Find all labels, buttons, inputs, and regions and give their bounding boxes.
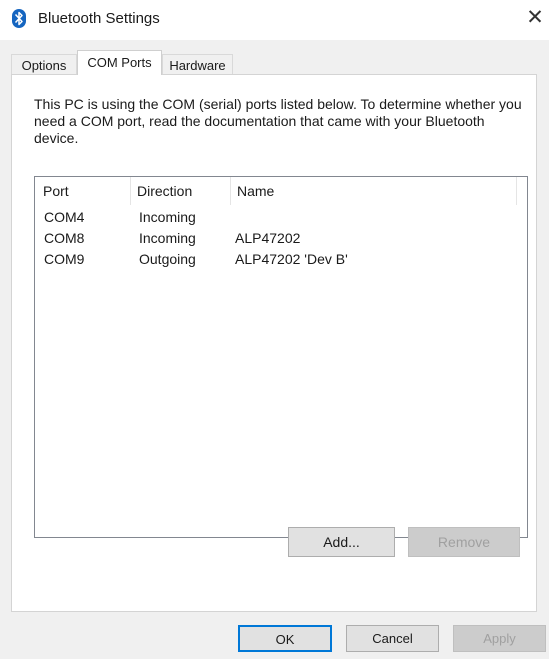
remove-button[interactable]: Remove bbox=[408, 527, 520, 557]
add-button[interactable]: Add... bbox=[288, 527, 395, 557]
title-bar: Bluetooth Settings ✕ bbox=[0, 0, 549, 40]
bluetooth-icon bbox=[12, 9, 26, 28]
column-header-name[interactable]: Name bbox=[231, 177, 517, 205]
row-direction: Outgoing bbox=[139, 251, 196, 267]
row-name: ALP47202 'Dev B' bbox=[235, 251, 348, 267]
row-port: COM9 bbox=[44, 251, 85, 267]
row-name: ALP47202 bbox=[235, 230, 301, 246]
row-port: COM4 bbox=[44, 209, 85, 225]
table-row[interactable]: COM9 Outgoing ALP47202 'Dev B' bbox=[35, 249, 527, 270]
cancel-button[interactable]: Cancel bbox=[346, 625, 439, 652]
list-header: Port Direction Name bbox=[35, 177, 527, 205]
close-icon[interactable]: ✕ bbox=[524, 6, 546, 30]
apply-button[interactable]: Apply bbox=[453, 625, 546, 652]
tab-options[interactable]: Options bbox=[11, 54, 77, 76]
table-row[interactable]: COM4 Incoming bbox=[35, 207, 527, 228]
row-port: COM8 bbox=[44, 230, 85, 246]
column-header-port[interactable]: Port bbox=[35, 177, 131, 205]
row-direction: Incoming bbox=[139, 230, 196, 246]
column-header-direction[interactable]: Direction bbox=[131, 177, 231, 205]
table-row[interactable]: COM8 Incoming ALP47202 bbox=[35, 228, 527, 249]
tab-com-ports[interactable]: COM Ports bbox=[77, 50, 162, 75]
description-text: This PC is using the COM (serial) ports … bbox=[34, 96, 522, 146]
row-direction: Incoming bbox=[139, 209, 196, 225]
tab-hardware[interactable]: Hardware bbox=[162, 54, 233, 76]
ok-button[interactable]: OK bbox=[238, 625, 332, 652]
window-title: Bluetooth Settings bbox=[38, 10, 160, 27]
com-port-list[interactable]: Port Direction Name COM4 Incoming COM8 I… bbox=[34, 176, 528, 538]
